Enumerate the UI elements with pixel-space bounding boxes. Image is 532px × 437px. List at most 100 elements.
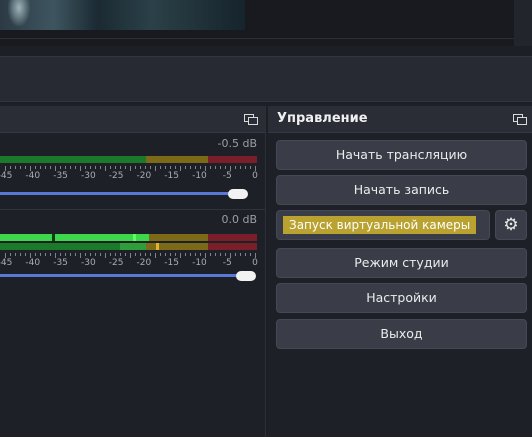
scale-tick <box>100 166 101 169</box>
scale-tick <box>40 166 41 169</box>
virtual-camera-label: Запуск виртуальной камеры <box>283 216 477 234</box>
meter-red-zone <box>208 156 257 163</box>
scale-tick <box>190 253 191 256</box>
scale-tick <box>165 253 166 256</box>
scale-label: -30 <box>80 171 96 181</box>
scale-label: -10 <box>192 258 207 268</box>
scale-label: 0 <box>252 258 258 268</box>
meter-red-zone <box>208 234 257 241</box>
settings-button[interactable]: Настройки <box>276 283 527 313</box>
studio-mode-button[interactable]: Режим студии <box>276 248 527 278</box>
scale-tick <box>75 166 76 169</box>
scale-label: -25 <box>108 171 124 181</box>
scale-tick <box>175 166 176 169</box>
scale-tick <box>20 253 21 256</box>
scale-tick <box>185 253 186 256</box>
scale-tick <box>20 166 21 169</box>
scale-tick <box>25 166 26 169</box>
scale-tick <box>60 253 61 256</box>
scale-tick <box>175 253 176 256</box>
scale-tick <box>125 253 126 256</box>
scale-label: -15 <box>164 171 180 181</box>
scale-tick <box>110 166 111 169</box>
scale-tick <box>85 253 86 256</box>
panel-title: Управление <box>277 111 368 126</box>
start-streaming-button[interactable]: Начать трансляцию <box>276 140 527 170</box>
scale-tick <box>65 253 66 256</box>
scale-tick <box>200 166 201 169</box>
preview-divider <box>0 38 520 39</box>
scale-tick <box>145 166 146 169</box>
scale-tick <box>120 166 121 169</box>
channel-db-value: -0.5 dB <box>217 137 258 150</box>
scale-tick <box>95 253 96 256</box>
scale-tick <box>185 166 186 169</box>
scene-toolbar <box>0 56 532 102</box>
scale-tick <box>10 166 11 169</box>
undock-icon[interactable] <box>244 114 258 125</box>
scale-tick <box>60 166 61 169</box>
scale-label: -45 <box>0 258 13 268</box>
scale-tick <box>245 253 246 256</box>
scale-tick <box>95 166 96 169</box>
scale-tick <box>220 166 221 169</box>
scale-label: -35 <box>53 171 68 181</box>
start-recording-button[interactable]: Начать запись <box>276 175 527 205</box>
scale-label: -5 <box>222 258 232 268</box>
meter-scale: -45 -40 -35 -30 -25 -20 -15 -10 -5 0 <box>0 258 265 270</box>
scale-label: 0 <box>252 171 258 181</box>
meter-green-zone <box>0 243 120 250</box>
scale-tick <box>135 166 136 169</box>
scale-tick <box>100 253 101 256</box>
scale-tick <box>65 166 66 169</box>
audio-level-bar <box>0 234 150 241</box>
scale-tick <box>50 166 51 169</box>
scale-tick <box>170 166 171 169</box>
exit-button[interactable]: Выход <box>276 319 527 349</box>
preview-image <box>0 0 245 30</box>
controls-panel: Управление Начать трансляцию Начать запи… <box>268 106 532 437</box>
scale-tick <box>225 166 226 169</box>
start-virtual-camera-button[interactable]: Запуск виртуальной камеры <box>276 210 490 240</box>
scale-tick <box>150 166 151 169</box>
scale-tick <box>200 253 201 256</box>
scale-tick <box>75 253 76 256</box>
peak-marker <box>52 234 55 241</box>
scale-tick <box>10 253 11 256</box>
scale-tick <box>120 253 121 256</box>
scale-tick <box>115 166 116 169</box>
volume-slider-handle[interactable] <box>236 271 256 281</box>
scale-tick <box>195 166 196 169</box>
scale-label: -30 <box>80 258 96 268</box>
mixer-channel: -0.5 dB -45 -40 -35 -30 -25 -20 -15 -10 -5 0 <box>0 134 265 199</box>
volume-slider-track[interactable] <box>0 192 240 195</box>
virtual-camera-settings-button[interactable]: ⚙ <box>495 210 527 240</box>
gear-icon: ⚙ <box>503 215 519 235</box>
scale-tick <box>85 166 86 169</box>
scale-tick <box>165 166 166 169</box>
scale-tick <box>240 166 241 169</box>
scale-label: -25 <box>108 258 124 268</box>
scale-tick <box>35 253 36 256</box>
scale-tick <box>215 166 216 169</box>
undock-icon[interactable] <box>513 114 527 125</box>
scale-tick <box>160 253 161 256</box>
peak-marker <box>156 243 159 250</box>
scale-tick <box>90 253 91 256</box>
scale-label: -40 <box>25 258 41 268</box>
meter-yellow-zone <box>146 156 208 163</box>
meter-red-zone <box>208 243 257 250</box>
scale-label: -45 <box>0 171 13 181</box>
volume-slider-handle[interactable] <box>228 189 248 199</box>
volume-slider-track[interactable] <box>0 274 244 277</box>
scale-tick <box>195 253 196 256</box>
meter-green-zone <box>0 156 146 163</box>
scale-tick <box>145 253 146 256</box>
scale-tick <box>250 166 251 169</box>
scale-tick <box>225 253 226 256</box>
mixer-channel: 0.0 dB -45 -40 -35 -30 -25 -20 -15 -10 -5 0 <box>0 209 265 281</box>
scale-tick <box>245 166 246 169</box>
preview-scrollbar[interactable] <box>514 0 532 46</box>
scale-tick <box>220 253 221 256</box>
scale-tick <box>90 166 91 169</box>
